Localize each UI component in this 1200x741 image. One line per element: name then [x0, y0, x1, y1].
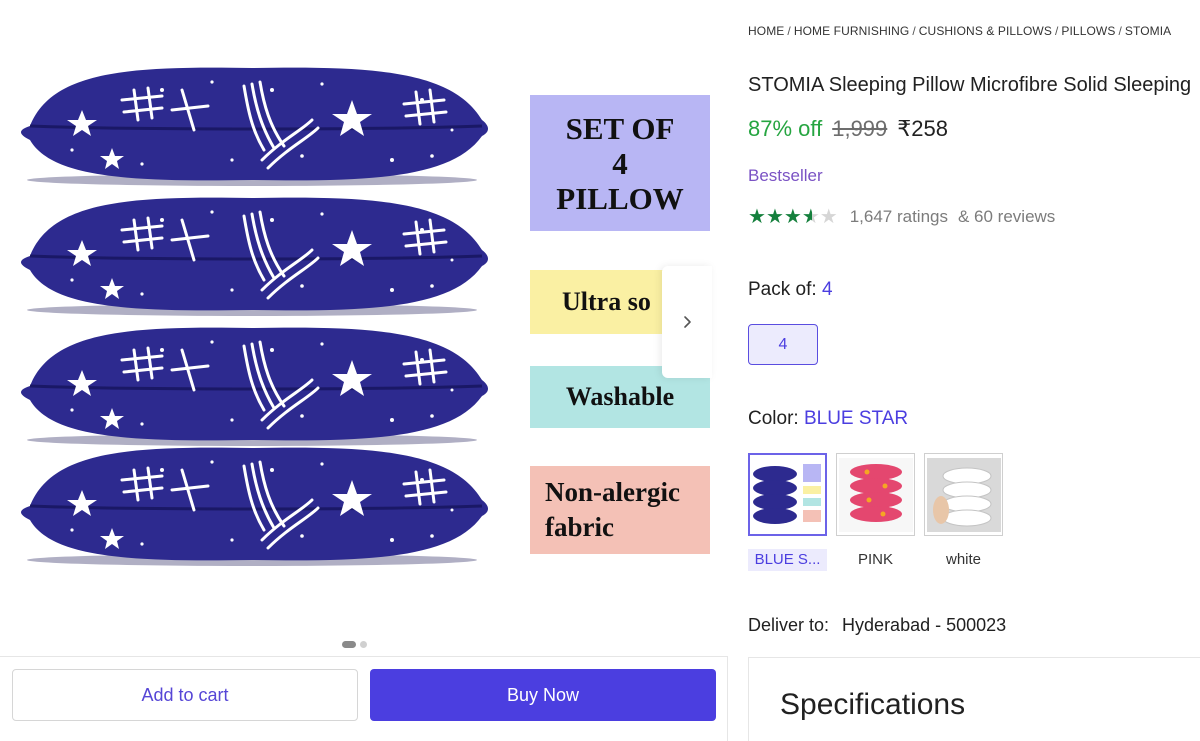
- delivery-label: Deliver to:: [748, 615, 830, 635]
- feature-card-line: SET OF: [565, 110, 675, 146]
- reviews-count: & 60 reviews: [957, 207, 1056, 226]
- feature-card-line: 4: [612, 145, 628, 181]
- star-full-icon: ★: [748, 206, 766, 228]
- delivery-row[interactable]: Deliver to: Hyderabad - 500023: [748, 615, 1006, 636]
- pillow-image: [12, 190, 492, 318]
- swatch-thumbnail: [926, 457, 1001, 532]
- breadcrumb-pillows[interactable]: PILLOWS: [1061, 24, 1115, 38]
- pack-option-4[interactable]: 4: [748, 324, 818, 365]
- breadcrumb-stomia[interactable]: STOMIA: [1125, 24, 1171, 38]
- pack-label: Pack of: 4: [748, 279, 833, 301]
- discount-text: 87% off: [748, 116, 823, 141]
- pillow-image: [12, 440, 492, 568]
- feature-card-line: PILLOW: [556, 180, 684, 216]
- chevron-right-icon: [684, 316, 691, 328]
- breadcrumb-cushions-pillows[interactable]: CUSHIONS & PILLOWS: [919, 24, 1052, 38]
- buy-now-button[interactable]: Buy Now: [370, 669, 716, 721]
- color-option-label[interactable]: white: [924, 549, 1003, 571]
- pillow-image: [12, 60, 492, 188]
- feature-card-line: Non-alergic: [545, 477, 680, 507]
- product-gallery: SET OF 4 PILLOW Ultra so Washable Non-al…: [0, 0, 730, 741]
- color-label: Color: BLUE STAR: [748, 408, 908, 430]
- action-bar: Add to cart Buy Now: [0, 656, 728, 741]
- color-option-label[interactable]: PINK: [836, 549, 915, 571]
- breadcrumb-home[interactable]: HOME: [748, 24, 784, 38]
- mrp-price: 1,999: [832, 116, 888, 141]
- star-half-icon: ★: [801, 206, 820, 228]
- delivery-location: Hyderabad - 500023: [842, 615, 1007, 635]
- product-details: HOME / HOME FURNISHING / CUSHIONS & PILLOWS /…: [748, 0, 1200, 741]
- star-full-icon: ★: [765, 206, 784, 228]
- price-row: 87% off 1,999 ₹258: [748, 116, 948, 142]
- color-option-label[interactable]: BLUE S...: [748, 549, 827, 571]
- pillow-image: [12, 320, 492, 448]
- feature-card-text: Ultra so: [562, 287, 651, 316]
- feature-card-text: Washable: [565, 382, 675, 411]
- feature-card-non-alergic: Non-alergic fabric: [530, 466, 710, 554]
- swatch-thumbnail: [838, 457, 913, 532]
- star-empty-icon: ★: [819, 206, 838, 228]
- breadcrumb: HOME / HOME FURNISHING / CUSHIONS & PILLOWS /…: [748, 24, 1172, 38]
- swatch-thumbnail: [750, 457, 825, 532]
- color-swatch-white[interactable]: [924, 453, 1003, 536]
- color-value: BLUE STAR: [803, 408, 909, 429]
- specifications-section[interactable]: Specifications: [748, 657, 1200, 741]
- color-swatch-pink[interactable]: [836, 453, 915, 536]
- ratings-count: 1,647 ratings: [849, 207, 948, 226]
- carousel-dots: [342, 641, 367, 648]
- pack-label-text: Pack of:: [748, 279, 817, 300]
- feature-card-line: fabric: [545, 512, 614, 542]
- rating-stars: ★ ★ ★ ★ ★: [748, 207, 838, 227]
- carousel-dot-active[interactable]: [342, 641, 356, 648]
- selling-price: ₹258: [897, 116, 948, 141]
- star-full-icon: ★: [783, 206, 802, 228]
- next-image-button[interactable]: [662, 266, 712, 378]
- product-image[interactable]: [0, 40, 520, 600]
- breadcrumb-home-furnishing[interactable]: HOME FURNISHING: [794, 24, 910, 38]
- bestseller-badge: Bestseller: [748, 166, 823, 185]
- feature-card-set-of-4: SET OF 4 PILLOW: [530, 95, 710, 231]
- add-to-cart-button[interactable]: Add to cart: [12, 669, 358, 721]
- color-swatch-blue-star[interactable]: [748, 453, 827, 536]
- specifications-title: Specifications: [780, 688, 966, 721]
- color-label-text: Color:: [748, 408, 799, 429]
- carousel-dot[interactable]: [360, 641, 367, 648]
- product-title: STOMIA Sleeping Pillow Microfibre Solid …: [748, 74, 1192, 96]
- rating-row[interactable]: ★ ★ ★ ★ ★ 1,647 ratings & 60 reviews: [748, 207, 1055, 227]
- pack-value: 4: [821, 279, 833, 300]
